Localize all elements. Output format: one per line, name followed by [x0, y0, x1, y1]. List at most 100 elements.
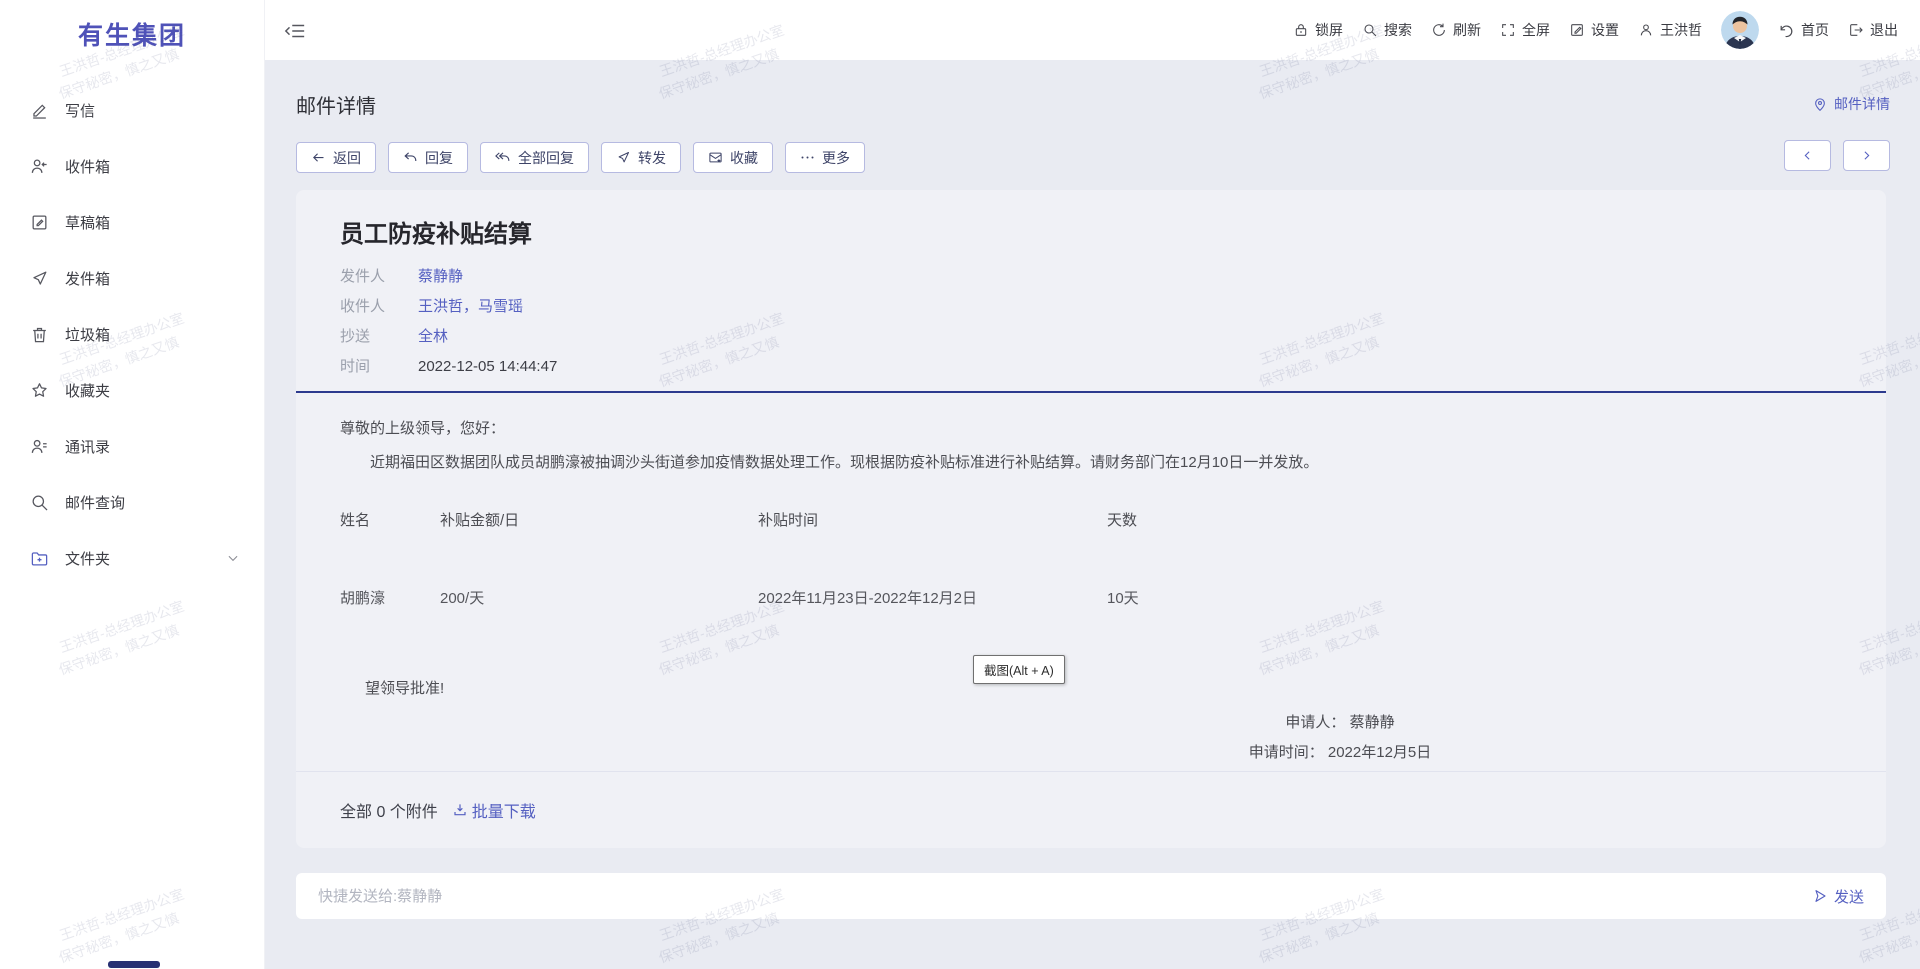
search-icon — [30, 493, 49, 512]
table-header: 补贴时间 — [758, 511, 1107, 531]
applicant-block: 申请人： 蔡静静 申请时间： 2022年12月5日 — [1130, 708, 1550, 768]
to-label: 收件人 — [340, 292, 402, 322]
mail-greeting: 尊敬的上级领导，您好： — [340, 419, 1842, 439]
reply-all-button[interactable]: 全部回复 — [480, 142, 589, 173]
next-mail-button[interactable] — [1843, 140, 1890, 171]
current-user-button[interactable]: 王洪哲 — [1638, 20, 1702, 40]
sidebar-item-mail-search[interactable]: 邮件查询 — [0, 474, 264, 530]
sidebar-item-inbox[interactable]: 收件箱 — [0, 138, 264, 194]
refresh-icon — [1431, 22, 1447, 38]
lock-screen-button[interactable]: 锁屏 — [1293, 20, 1343, 40]
topbar: 锁屏 搜索 刷新 全屏 — [0, 0, 1920, 60]
reply-button[interactable]: 回复 — [388, 142, 468, 173]
favorite-mail-icon — [708, 150, 723, 165]
table-cell: 200/天 — [440, 589, 758, 609]
quick-send-input[interactable] — [318, 888, 1812, 905]
screenshot-tooltip: 截图(Alt + A) — [973, 655, 1065, 684]
attachments-summary: 全部 0 个附件 — [340, 798, 438, 822]
subsidy-table: 姓名 补贴金额/日 补贴时间 天数 胡鹏濠 200/天 2022年11月23日-… — [340, 511, 1842, 609]
sidebar-item-trash[interactable]: 垃圾箱 — [0, 306, 264, 362]
forward-icon — [616, 150, 631, 165]
table-header: 姓名 — [340, 511, 440, 531]
chevron-left-icon — [1801, 149, 1814, 162]
sent-icon — [30, 269, 49, 288]
folder-icon — [30, 549, 49, 568]
mail-toolbar: 返回 回复 全部回复 转 — [296, 142, 865, 173]
mail-paragraph: 近期福田区数据团队成员胡鹏濠被抽调沙头街道参加疫情数据处理工作。现根据防疫补贴标… — [340, 453, 1842, 473]
brand-logo: 有生集团 — [0, 16, 264, 52]
mail-meta: 发件人 蔡静静 收件人 王洪哲，马雪瑶 抄送 全林 时间 2022-12-05 … — [340, 262, 1842, 382]
favorite-button[interactable]: 收藏 — [693, 142, 773, 173]
home-button[interactable]: 首页 — [1778, 20, 1829, 40]
mail-pager — [1784, 140, 1890, 171]
sidebar-menu: 写信 收件箱 草稿箱 — [0, 82, 264, 586]
trash-icon — [30, 325, 49, 344]
logout-button[interactable]: 退出 — [1848, 20, 1898, 40]
send-button[interactable]: 发送 — [1812, 886, 1864, 907]
sidebar-item-favorites[interactable]: 收藏夹 — [0, 362, 264, 418]
from-label: 发件人 — [340, 262, 402, 292]
sidebar-item-drafts[interactable]: 草稿箱 — [0, 194, 264, 250]
sidebar-item-folders[interactable]: 文件夹 — [0, 530, 264, 586]
search-icon — [1362, 22, 1378, 38]
table-header: 补贴金额/日 — [440, 511, 758, 531]
refresh-button[interactable]: 刷新 — [1431, 20, 1481, 40]
table-cell: 2022年11月23日-2022年12月2日 — [758, 589, 1107, 609]
logout-icon — [1848, 22, 1864, 38]
sidebar-item-compose[interactable]: 写信 — [0, 82, 264, 138]
cc-label: 抄送 — [340, 322, 402, 352]
forward-button[interactable]: 转发 — [601, 142, 681, 173]
apply-time-line: 申请时间： 2022年12月5日 — [1130, 738, 1550, 768]
chevron-down-icon — [226, 551, 240, 565]
attachments-bar: 全部 0 个附件 批量下载 — [296, 771, 1886, 848]
mail-from[interactable]: 蔡静静 — [418, 262, 463, 292]
applicant-line: 申请人： 蔡静静 — [1130, 708, 1550, 738]
sidebar-item-sent[interactable]: 发件箱 — [0, 250, 264, 306]
sidebar-item-contacts[interactable]: 通讯录 — [0, 418, 264, 474]
user-icon — [1638, 22, 1654, 38]
mail-closing: 望领导批准! — [365, 679, 1842, 699]
arrow-left-icon — [311, 150, 326, 165]
send-icon — [1812, 888, 1828, 904]
page-title: 邮件详情 — [296, 90, 376, 119]
settings-icon — [1569, 22, 1585, 38]
download-icon — [452, 802, 468, 818]
inbox-icon — [30, 157, 49, 176]
mail-time: 2022-12-05 14:44:47 — [418, 352, 557, 382]
time-label: 时间 — [340, 352, 402, 382]
sidebar-collapse-icon[interactable] — [284, 20, 306, 42]
home-icon — [1778, 22, 1795, 39]
reply-all-icon — [495, 150, 511, 165]
avatar[interactable] — [1721, 11, 1759, 49]
contacts-icon — [30, 437, 49, 456]
table-cell: 胡鹏濠 — [340, 589, 440, 609]
fullscreen-icon — [1500, 22, 1516, 38]
mail-to[interactable]: 王洪哲，马雪瑶 — [418, 292, 523, 322]
star-icon — [30, 381, 49, 400]
mail-body: 尊敬的上级领导，您好： 近期福田区数据团队成员胡鹏濠被抽调沙头街道参加疫情数据处… — [296, 393, 1886, 768]
chevron-right-icon — [1860, 149, 1873, 162]
batch-download-button[interactable]: 批量下载 — [452, 798, 536, 822]
location-pin-icon — [1812, 96, 1828, 112]
more-button[interactable]: 更多 — [785, 142, 865, 173]
settings-button[interactable]: 设置 — [1569, 20, 1619, 40]
mail-cc[interactable]: 全林 — [418, 322, 448, 352]
quick-send-bar: 发送 — [296, 873, 1886, 919]
table-cell: 10天 — [1107, 589, 1842, 609]
more-icon — [800, 150, 815, 165]
mail-detail-card: 员工防疫补贴结算 发件人 蔡静静 收件人 王洪哲，马雪瑶 抄送 全林 时间 20… — [296, 190, 1886, 848]
horizontal-scrollbar-thumb[interactable] — [108, 961, 160, 968]
main-content: 邮件详情 邮件详情 返回 回复 — [265, 60, 1920, 969]
reply-icon — [403, 150, 418, 165]
lock-icon — [1293, 22, 1309, 38]
fullscreen-button[interactable]: 全屏 — [1500, 20, 1550, 40]
sidebar: 有生集团 写信 收件箱 — [0, 0, 265, 969]
breadcrumb: 邮件详情 — [1812, 94, 1890, 114]
mail-header: 员工防疫补贴结算 发件人 蔡静静 收件人 王洪哲，马雪瑶 抄送 全林 时间 20… — [296, 190, 1886, 382]
topbar-actions: 锁屏 搜索 刷新 全屏 — [1293, 0, 1898, 60]
prev-mail-button[interactable] — [1784, 140, 1831, 171]
back-button[interactable]: 返回 — [296, 142, 376, 173]
pencil-icon — [30, 101, 49, 120]
table-header: 天数 — [1107, 511, 1842, 531]
search-button[interactable]: 搜索 — [1362, 20, 1412, 40]
